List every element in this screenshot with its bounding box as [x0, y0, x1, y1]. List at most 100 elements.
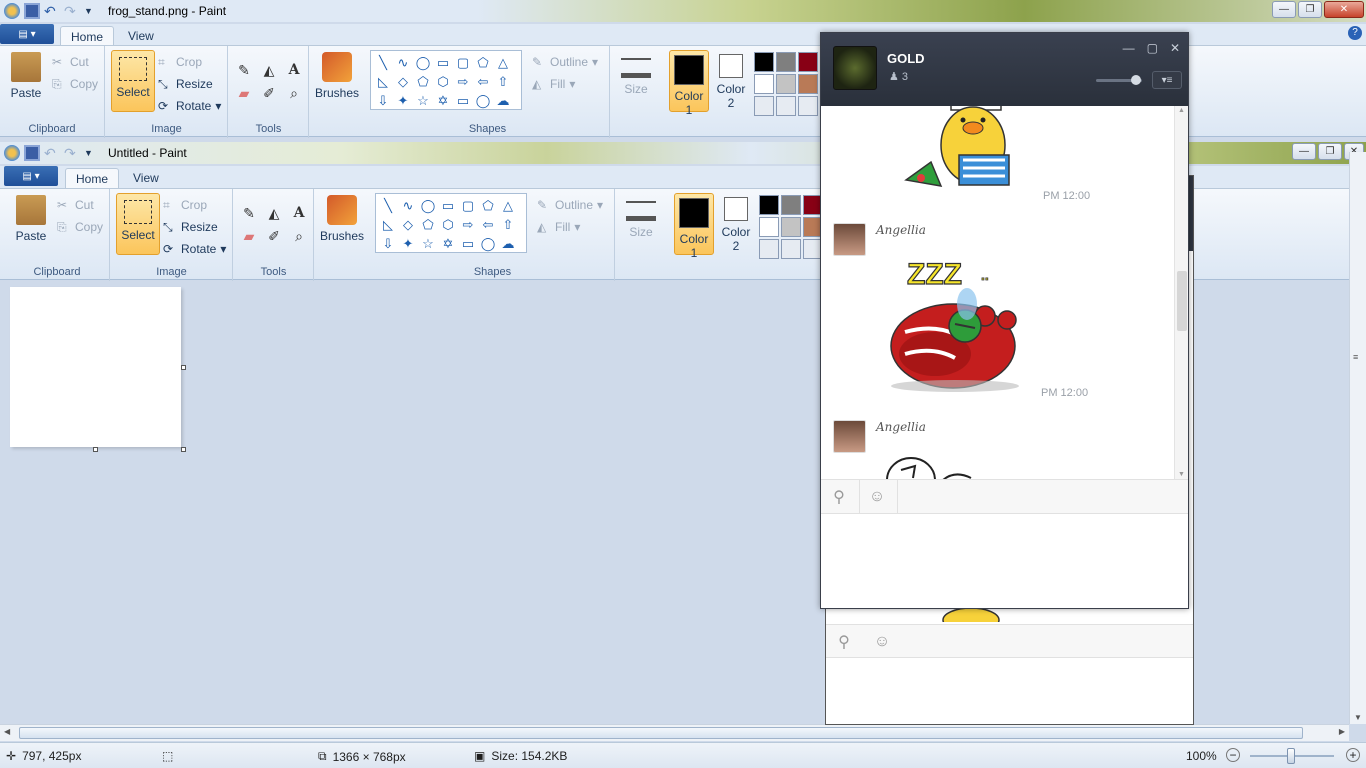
palette-swatch[interactable]: [776, 52, 796, 72]
four-point-star-icon[interactable]: ✦: [398, 234, 418, 253]
resize-handle-corner[interactable]: [181, 447, 186, 452]
crop-button[interactable]: ⌗ Crop: [158, 52, 202, 72]
maximize-icon[interactable]: ▢: [1147, 41, 1158, 55]
callout-cloud-icon[interactable]: ☁: [493, 91, 513, 110]
rectangle-shape-icon[interactable]: ▭: [438, 196, 458, 215]
size-button[interactable]: Size: [621, 193, 661, 255]
select-button[interactable]: Select: [116, 193, 160, 255]
right-arrow-shape-icon[interactable]: ⇨: [453, 72, 473, 91]
hexagon-shape-icon[interactable]: ⬡: [438, 215, 458, 234]
rotate-button[interactable]: ⟳ Rotate ▾: [158, 96, 221, 116]
palette-swatch[interactable]: [754, 74, 774, 94]
curve-shape-icon[interactable]: ∿: [398, 196, 418, 215]
resize-handle-right[interactable]: [181, 365, 186, 370]
left-arrow-shape-icon[interactable]: ⇦: [473, 72, 493, 91]
four-point-star-icon[interactable]: ✦: [393, 91, 413, 110]
palette-swatch[interactable]: [798, 52, 818, 72]
palette-swatch[interactable]: [759, 195, 779, 215]
fill-button[interactable]: ◭ Fill ▾: [537, 217, 580, 237]
chat-scroll-thumb[interactable]: [1177, 271, 1187, 331]
group-avatar[interactable]: [833, 46, 877, 90]
zoom-out-icon[interactable]: −: [1226, 748, 1240, 762]
polygon-shape-icon[interactable]: ⬠: [473, 53, 493, 72]
line-shape-icon[interactable]: ╲: [378, 196, 398, 215]
member-count[interactable]: ♟ 3: [889, 70, 908, 84]
crop-button[interactable]: ⌗ Crop: [163, 195, 207, 215]
palette-swatch[interactable]: [781, 195, 801, 215]
palette-swatch[interactable]: [754, 96, 774, 116]
down-arrow-shape-icon[interactable]: ⇩: [378, 234, 398, 253]
drawing-canvas[interactable]: [10, 287, 181, 447]
chat-scrollbar[interactable]: ▲ ▼: [1174, 106, 1188, 479]
paint-menu-button[interactable]: ▤ ▾: [4, 166, 58, 186]
copy-button[interactable]: ⎘ Copy: [52, 74, 98, 94]
palette-swatch[interactable]: [781, 239, 801, 259]
redo-icon[interactable]: ↷: [64, 145, 80, 161]
polygon-shape-icon[interactable]: ⬠: [478, 196, 498, 215]
right-arrow-shape-icon[interactable]: ⇨: [458, 215, 478, 234]
minimize-button[interactable]: —: [1272, 1, 1296, 18]
vertical-scrollbar[interactable]: ≡ ▼: [1349, 152, 1366, 724]
up-arrow-shape-icon[interactable]: ⇧: [498, 215, 518, 234]
callout-rect-icon[interactable]: ▭: [453, 91, 473, 110]
restore-button[interactable]: ❐: [1298, 1, 1322, 18]
size-button[interactable]: Size: [616, 50, 656, 112]
close-icon[interactable]: ✕: [1170, 41, 1180, 55]
attach-icon[interactable]: ⚲: [834, 632, 854, 652]
sender-avatar[interactable]: [833, 223, 866, 256]
pencil-icon[interactable]: ✎: [233, 60, 255, 80]
tab-home[interactable]: Home: [65, 168, 120, 189]
palette-swatch[interactable]: [759, 239, 779, 259]
palette-swatch[interactable]: [776, 74, 796, 94]
scroll-left-icon[interactable]: ◀: [4, 727, 10, 736]
outline-button[interactable]: ✎ Outline ▾: [537, 195, 603, 215]
close-button[interactable]: ✕: [1324, 1, 1364, 18]
scroll-down-icon[interactable]: ▼: [1178, 471, 1185, 478]
horizontal-scroll-thumb[interactable]: [19, 727, 1303, 739]
left-arrow-shape-icon[interactable]: ⇦: [478, 215, 498, 234]
color1-button[interactable]: Color 1: [674, 193, 714, 259]
text-icon[interactable]: A: [283, 60, 305, 80]
right-triangle-shape-icon[interactable]: ◺: [378, 215, 398, 234]
horizontal-scrollbar[interactable]: ◀ ▶: [0, 724, 1349, 741]
save-icon[interactable]: [24, 3, 40, 19]
cut-button[interactable]: ✂ Cut: [52, 52, 89, 72]
callout-cloud-icon[interactable]: ☁: [498, 234, 518, 253]
attach-icon[interactable]: ⚲: [829, 487, 849, 507]
qat-dropdown-icon[interactable]: ▼: [84, 3, 100, 19]
up-arrow-shape-icon[interactable]: ⇧: [493, 72, 513, 91]
shapes-gallery[interactable]: ╲ ∿ ◯ ▭ ▢ ⬠ △ ◺ ◇ ⬠ ⬡ ⇨ ⇦ ⇧ ⇩ ✦ ☆ ✡ ▭ ◯ ☁: [370, 50, 522, 110]
scroll-right-icon[interactable]: ▶: [1339, 727, 1345, 736]
fill-button[interactable]: ◭ Fill ▾: [532, 74, 575, 94]
rounded-rect-shape-icon[interactable]: ▢: [458, 196, 478, 215]
color2-button[interactable]: Color 2: [711, 50, 751, 112]
brushes-button[interactable]: Brushes: [314, 50, 360, 112]
opacity-slider[interactable]: [1096, 75, 1142, 85]
magnifier-icon[interactable]: ⌕: [283, 83, 305, 103]
rectangle-shape-icon[interactable]: ▭: [433, 53, 453, 72]
sender-avatar[interactable]: [833, 420, 866, 453]
color2-button[interactable]: Color 2: [716, 193, 756, 255]
triangle-shape-icon[interactable]: △: [493, 53, 513, 72]
right-triangle-shape-icon[interactable]: ◺: [373, 72, 393, 91]
tab-view[interactable]: View: [118, 26, 164, 47]
minimize-icon[interactable]: —: [1123, 41, 1135, 55]
help-icon[interactable]: ?: [1348, 26, 1362, 40]
resize-button[interactable]: ⤡ Resize: [158, 74, 213, 94]
redo-icon[interactable]: ↷: [64, 3, 80, 19]
oval-shape-icon[interactable]: ◯: [418, 196, 438, 215]
zoom-slider[interactable]: [1250, 748, 1334, 764]
magnifier-icon[interactable]: ⌕: [288, 226, 310, 246]
fill-bucket-icon[interactable]: ◭: [258, 60, 280, 80]
brushes-button[interactable]: Brushes: [319, 193, 365, 255]
color-picker-icon[interactable]: ✐: [263, 226, 285, 246]
restore-button[interactable]: ❐: [1318, 143, 1342, 160]
copy-button[interactable]: ⎘ Copy: [57, 217, 103, 237]
callout-rect-icon[interactable]: ▭: [458, 234, 478, 253]
hexagon-shape-icon[interactable]: ⬡: [433, 72, 453, 91]
pentagon-shape-icon[interactable]: ⬠: [418, 215, 438, 234]
curve-shape-icon[interactable]: ∿: [393, 53, 413, 72]
palette-swatch[interactable]: [776, 96, 796, 116]
resize-handle-bottom[interactable]: [93, 447, 98, 452]
down-arrow-shape-icon[interactable]: ⇩: [373, 91, 393, 110]
